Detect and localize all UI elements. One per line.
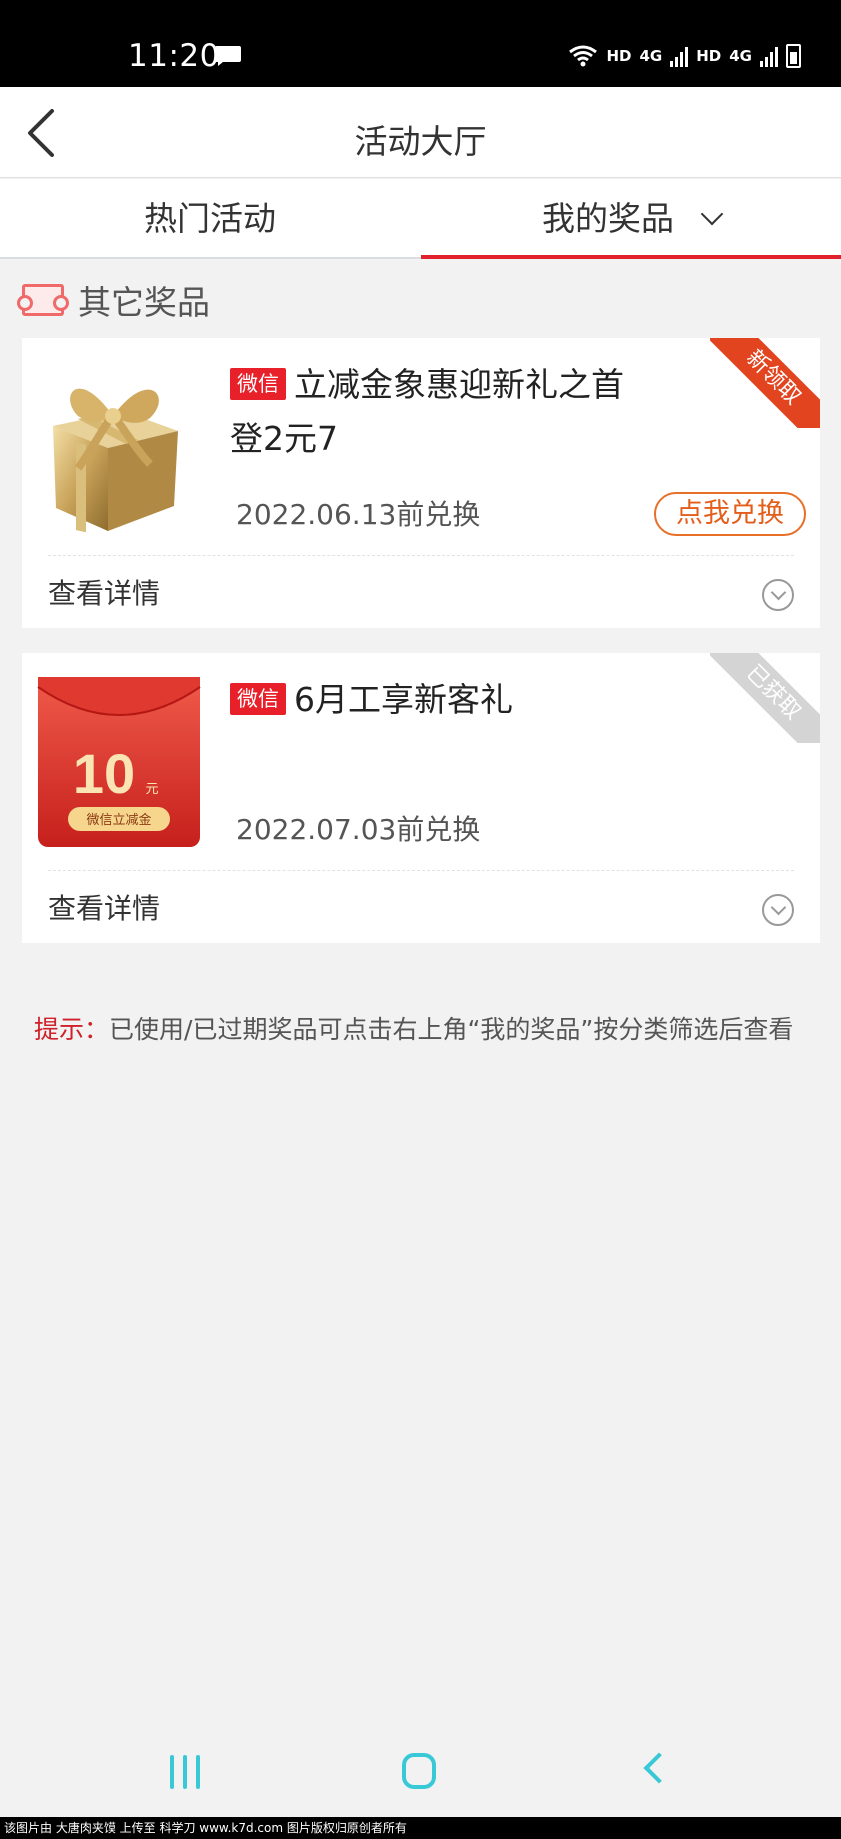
prize-card: 微信 立减金象惠迎新礼之首登2元7 2022.06.13前兑换 点我兑换 新领取 … [22, 338, 820, 628]
view-details-link[interactable]: 查看详情 [48, 887, 160, 927]
hd-label-1: HD [606, 47, 632, 65]
tab-my-prizes[interactable]: 我的奖品 [421, 179, 841, 259]
prize-title: 微信 6月工享新客礼 [230, 673, 650, 727]
source-badge: 微信 [230, 683, 286, 715]
prize-expiry: 2022.06.13前兑换 [236, 498, 481, 531]
network-label-1: 4G [639, 47, 663, 65]
tip-text: 提示：已使用/已过期奖品可点击右上角“我的奖品”按分类筛选后查看 [34, 1010, 793, 1046]
wifi-icon [569, 45, 598, 67]
section-header: 其它奖品 [17, 278, 210, 322]
recent-apps-button[interactable] [170, 1755, 200, 1789]
gift-box-image [53, 388, 178, 533]
active-tab-indicator [421, 255, 841, 259]
system-back-button[interactable] [643, 1752, 675, 1784]
tab-bar: 热门活动 我的奖品 [0, 179, 841, 259]
envelope-unit: 元 [145, 782, 158, 797]
view-details-link[interactable]: 查看详情 [48, 572, 160, 612]
status-bar: 11:20 HD 4G HD 4G [0, 0, 841, 87]
hd-label-2: HD [696, 47, 722, 65]
new-ribbon: 新领取 [710, 338, 820, 428]
home-button[interactable] [402, 1753, 436, 1789]
system-nav-bar [0, 1752, 841, 1815]
expand-icon[interactable] [762, 894, 794, 926]
expand-icon[interactable] [762, 579, 794, 611]
network-label-2: 4G [729, 47, 752, 65]
prize-expiry: 2022.07.03前兑换 [236, 813, 481, 846]
nav-bar: 活动大厅 [0, 87, 841, 178]
chevron-down-icon [700, 202, 724, 226]
envelope-amount: 10 [73, 742, 135, 805]
battery-icon [786, 44, 801, 68]
status-indicators: HD 4G HD 4G [568, 44, 801, 68]
ribbon-label: 已获取 [710, 653, 820, 743]
tab-label: 热门活动 [144, 199, 276, 238]
prize-title: 微信 立减金象惠迎新礼之首登2元7 [230, 358, 650, 466]
tab-hot-activities[interactable]: 热门活动 [0, 179, 420, 259]
message-icon [215, 46, 241, 66]
signal-icon [670, 45, 689, 67]
ticket-icon [17, 284, 69, 316]
source-badge: 微信 [230, 368, 286, 400]
tip-body: 已使用/已过期奖品可点击右上角“我的奖品”按分类筛选后查看 [109, 1015, 794, 1044]
prize-title-text: 6月工享新客礼 [294, 680, 513, 719]
prize-title-text: 立减金象惠迎新礼之首登2元7 [230, 365, 624, 458]
obtained-ribbon: 已获取 [710, 653, 820, 743]
red-envelope-image: 10 元 微信立减金 [37, 677, 201, 847]
tab-label: 我的奖品 [542, 199, 674, 238]
envelope-label: 微信立减金 [86, 812, 151, 828]
section-title: 其它奖品 [78, 283, 210, 322]
signal-icon [760, 45, 778, 67]
tip-label: 提示： [34, 1015, 110, 1044]
ribbon-label: 新领取 [710, 338, 820, 428]
prize-card: 10 元 微信立减金 微信 6月工享新客礼 2022.07.03前兑换 已获取 查… [22, 653, 820, 943]
watermark-footer: 该图片由 大唐肉夹馍 上传至 科学刀 www.k7d.com 图片版权归原创者所… [0, 1817, 841, 1839]
card-divider [48, 870, 794, 871]
card-divider [48, 555, 794, 556]
redeem-button[interactable]: 点我兑换 [654, 492, 806, 536]
page-title: 活动大厅 [354, 122, 487, 161]
status-time: 11:20 [128, 38, 220, 74]
